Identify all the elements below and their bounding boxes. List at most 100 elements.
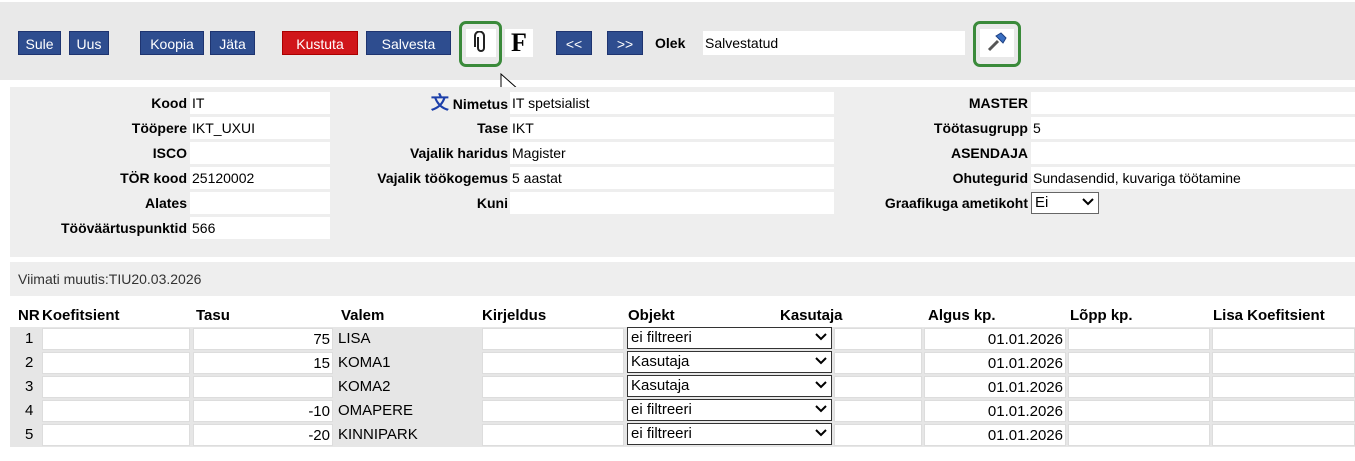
tasu-cell[interactable]: 75 [193,328,333,350]
next-record-button[interactable]: >> [607,31,643,55]
valem-cell[interactable]: KOMA1 [336,352,480,374]
valem-cell[interactable]: LISA [336,328,480,350]
copy-button[interactable]: Koopia [140,31,204,55]
tootasugrupp-field[interactable]: 5 [1031,117,1355,139]
lopp-cell[interactable] [1068,424,1210,446]
isco-field[interactable] [190,142,330,164]
col-kirjeldus: Kirjeldus [482,307,547,324]
col-nr: NR [18,307,40,324]
algus-cell[interactable]: 01.01.2026 [924,352,1066,374]
col-kasutaja: Kasutaja [780,307,843,324]
header-form: Kood IT Tööpere IKT_UXUI ISCO TÖR kood 2… [10,87,1355,257]
tor-field[interactable]: 25120002 [190,167,330,189]
col-koefitsient: Koefitsient [42,307,120,324]
toopere-field[interactable]: IKT_UXUI [190,117,330,139]
f-button[interactable]: F [505,28,533,57]
chevron-down-icon [1082,198,1094,206]
kood-field[interactable]: IT [190,92,330,114]
row-number: 5 [25,426,34,443]
prev-record-button[interactable]: << [556,31,592,55]
kuni-label: Kuni [476,195,508,211]
kuni-field[interactable] [510,192,834,214]
algus-cell[interactable]: 01.01.2026 [924,400,1066,422]
kasutaja-cell[interactable] [834,400,922,422]
new-button[interactable]: Uus [69,31,109,55]
kirjeldus-cell[interactable] [482,352,624,374]
lisa-koefitsient-cell[interactable] [1212,376,1355,398]
tasu-cell[interactable]: -20 [193,424,333,446]
master-label: MASTER [968,95,1028,111]
koefitsient-cell[interactable] [42,352,190,374]
lopp-cell[interactable] [1068,376,1210,398]
koefitsient-cell[interactable] [42,328,190,350]
table-row: 5 -20 KINNIPARK ei filtreeri 01.01.2026 [10,423,1355,447]
graafik-label: Graafikuga ametikoht [884,195,1028,211]
kood-label: Kood [151,95,187,111]
objekt-select[interactable]: ei filtreeri [627,327,832,349]
attachment-highlight [459,21,502,67]
objekt-select[interactable]: Kasutaja [627,375,832,397]
kirjeldus-cell[interactable] [482,424,624,446]
lopp-cell[interactable] [1068,352,1210,374]
tvp-label: Tööväärtuspunktid [60,220,187,236]
status-value: Salvestatud [703,31,965,55]
koefitsient-cell[interactable] [42,424,190,446]
alates-field[interactable] [190,192,330,214]
kogemus-label: Vajalik töökogemus [377,170,508,186]
lopp-cell[interactable] [1068,328,1210,350]
koefitsient-cell[interactable] [42,400,190,422]
kirjeldus-cell[interactable] [482,376,624,398]
master-field[interactable] [1031,92,1355,114]
save-button[interactable]: Salvesta [366,31,451,55]
col-valem: Valem [341,307,385,324]
kasutaja-cell[interactable] [834,376,922,398]
row-number: 3 [25,378,34,395]
table-row: 3 KOMA2 Kasutaja 01.01.2026 [10,375,1355,399]
valem-cell[interactable]: KOMA2 [336,376,480,398]
col-objekt: Objekt [628,307,675,324]
algus-cell[interactable]: 01.01.2026 [924,376,1066,398]
col-lopp: Lõpp kp. [1070,307,1133,324]
lisa-koefitsient-cell[interactable] [1212,352,1355,374]
kasutaja-cell[interactable] [834,352,922,374]
col-algus: Algus kp. [928,307,996,324]
lopp-cell[interactable] [1068,400,1210,422]
kogemus-field[interactable]: 5 aastat [510,167,834,189]
objekt-select[interactable]: ei filtreeri [627,423,832,445]
kirjeldus-cell[interactable] [482,400,624,422]
chevron-down-icon [815,405,827,413]
discard-button[interactable]: Jäta [210,31,255,55]
kirjeldus-cell[interactable] [482,328,624,350]
lisa-koefitsient-cell[interactable] [1212,328,1355,350]
tase-field[interactable]: IKT [510,117,834,139]
tasu-cell[interactable]: 15 [193,352,333,374]
kasutaja-cell[interactable] [834,424,922,446]
tasu-cell[interactable]: -10 [193,400,333,422]
haridus-field[interactable]: Magister [510,142,834,164]
valem-cell[interactable]: OMAPERE [336,400,480,422]
col-tasu: Tasu [196,307,230,324]
translate-icon[interactable]: 文 [431,93,449,113]
close-button[interactable]: Sule [18,31,61,55]
koefitsient-cell[interactable] [42,376,190,398]
objekt-select[interactable]: ei filtreeri [627,399,832,421]
algus-cell[interactable]: 01.01.2026 [924,328,1066,350]
lisa-koefitsient-cell[interactable] [1212,400,1355,422]
asendaja-field[interactable] [1031,142,1355,164]
table-row: 1 75 LISA ei filtreeri 01.01.2026 [10,327,1355,351]
tvp-field[interactable]: 566 [190,217,330,239]
tase-label: Tase [477,120,508,136]
objekt-select[interactable]: Kasutaja [627,351,832,373]
lisa-koefitsient-cell[interactable] [1212,424,1355,446]
algus-cell[interactable]: 01.01.2026 [924,424,1066,446]
tasu-cell[interactable] [193,376,333,398]
alates-label: Alates [144,195,187,211]
valem-cell[interactable]: KINNIPARK [336,424,480,446]
ohutegurid-field[interactable]: Sundasendid, kuvariga töötamine [1031,167,1355,189]
last-modified-text: Viimati muutis:TIU20.03.2026 [10,262,1355,296]
delete-button[interactable]: Kustuta [282,31,358,55]
graafik-select[interactable]: Ei [1031,192,1099,214]
kasutaja-cell[interactable] [834,328,922,350]
row-number: 2 [25,354,34,371]
nimetus-field[interactable]: IT spetsialist [510,92,834,114]
